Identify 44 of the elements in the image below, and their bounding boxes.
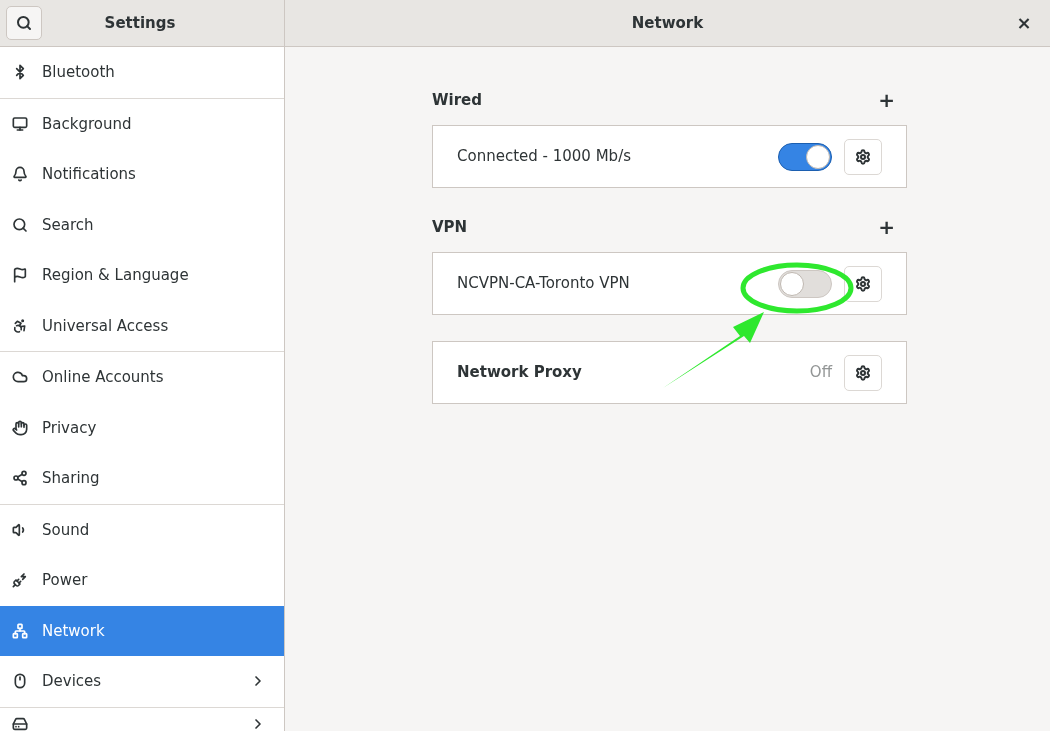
sidebar-item[interactable]: Sound xyxy=(0,504,284,555)
add-button[interactable]: + xyxy=(878,217,895,237)
section-title: VPN xyxy=(432,216,468,238)
settings-button[interactable] xyxy=(844,354,882,391)
share-icon xyxy=(12,470,28,487)
hand-icon xyxy=(12,419,28,436)
mouse-icon xyxy=(12,673,28,690)
sidebar-item[interactable]: Region & Language xyxy=(0,250,284,301)
monitor-icon xyxy=(12,115,28,132)
status-text: Off xyxy=(809,362,832,384)
drive-icon xyxy=(12,715,28,731)
sidebar-item[interactable]: Devices xyxy=(0,656,284,707)
accessibility-icon xyxy=(12,317,28,334)
plug-icon xyxy=(12,572,28,589)
sidebar-title: Settings xyxy=(103,12,177,34)
sidebar-item[interactable]: Search xyxy=(0,199,284,250)
search-icon xyxy=(16,15,32,31)
add-button[interactable]: + xyxy=(878,90,895,110)
gear-icon xyxy=(855,275,871,292)
search-icon xyxy=(12,216,28,233)
toggle-switch[interactable] xyxy=(778,142,832,171)
sidebar-item[interactable]: Network xyxy=(0,605,284,656)
row-label: NCVPN-CA-Toronto VPN xyxy=(457,273,631,295)
gear-icon xyxy=(855,364,871,381)
sidebar-item[interactable]: Notifications xyxy=(0,149,284,200)
row-label: Connected - 1000 Mb/s xyxy=(457,146,632,168)
sidebar-item[interactable]: Universal Access xyxy=(0,300,284,351)
sidebar-item[interactable]: Privacy xyxy=(0,402,284,453)
row-label: Network Proxy xyxy=(457,362,583,384)
sidebar-item[interactable]: Background xyxy=(0,98,284,149)
sidebar-item[interactable]: Online Accounts xyxy=(0,352,284,403)
network-icon xyxy=(12,622,28,639)
window-title: Network xyxy=(630,12,705,34)
close-button[interactable]: × xyxy=(1014,14,1034,32)
sidebar-item[interactable]: Bluetooth xyxy=(0,47,284,98)
gear-icon xyxy=(855,148,871,165)
cloud-icon xyxy=(12,369,28,386)
bell-icon xyxy=(12,166,28,183)
sidebar-item[interactable]: Sharing xyxy=(0,453,284,504)
flag-icon xyxy=(12,267,28,284)
section-title: Wired xyxy=(432,89,482,111)
sidebar-item[interactable]: Power xyxy=(0,555,284,606)
settings-button[interactable] xyxy=(844,138,882,175)
search-button[interactable] xyxy=(6,6,42,40)
